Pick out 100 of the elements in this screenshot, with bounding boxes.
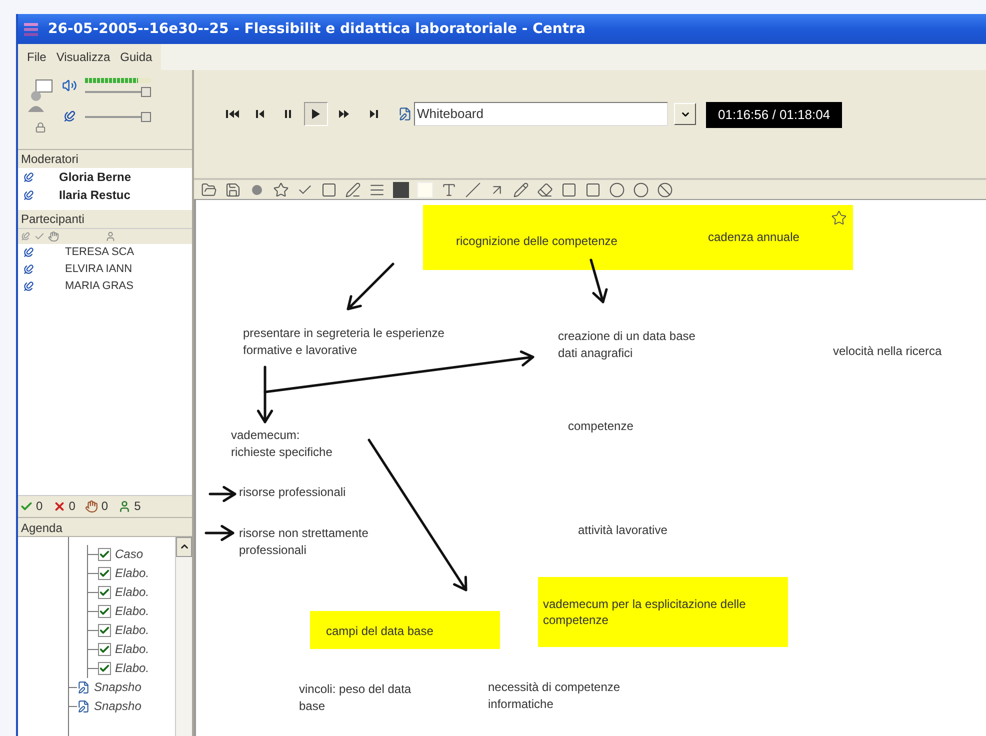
- note-text: creazione di un data base dati anagrafici: [558, 328, 696, 362]
- tool-button[interactable]: [464, 180, 482, 198]
- ellipse-icon: [633, 182, 649, 198]
- hand-icon: [48, 231, 59, 242]
- lock-icon: [34, 122, 46, 133]
- status-count: 0: [101, 498, 108, 515]
- star-icon: [831, 210, 847, 226]
- hand-icon: [85, 500, 98, 512]
- agenda-item[interactable]: Elabo.: [115, 640, 150, 658]
- clear-icon: [657, 182, 673, 198]
- checkbox[interactable]: [98, 586, 111, 598]
- snapshot-icon: [77, 680, 90, 694]
- participant-name[interactable]: TERESA SCA: [65, 244, 134, 261]
- check-icon: [99, 548, 110, 560]
- note-text: risorse non strettamente professionali: [239, 525, 368, 559]
- checkbox[interactable]: [98, 548, 111, 560]
- check-icon: [99, 606, 110, 616]
- check-icon: [99, 662, 110, 674]
- checkbox[interactable]: [98, 642, 111, 656]
- check-icon: [99, 586, 110, 598]
- arrow: [208, 486, 236, 502]
- menu-item[interactable]: File: [22, 48, 52, 66]
- agenda-item[interactable]: Caso: [115, 545, 144, 563]
- scrollbar[interactable]: [175, 536, 192, 736]
- note-text: vincoli: peso del data base: [299, 681, 412, 715]
- slider-thumb[interactable]: [141, 112, 151, 122]
- color-swatch-icon: [393, 182, 409, 198]
- tool-button[interactable]: [584, 180, 602, 198]
- participant-name[interactable]: ELVIRA IANN: [65, 261, 132, 278]
- menu-item[interactable]: Visualizza: [51, 48, 116, 66]
- tool-button[interactable]: [200, 180, 218, 198]
- checkbox[interactable]: [98, 662, 111, 674]
- tool-button[interactable]: [392, 180, 410, 198]
- star-icon: [273, 182, 289, 198]
- skip-start-icon: [225, 107, 239, 121]
- fast-forward-icon: [337, 107, 351, 121]
- speaker-icon: [62, 78, 77, 93]
- agenda-item[interactable]: Elabo.: [115, 583, 150, 601]
- note-text: attività lavorative: [578, 522, 668, 539]
- agenda-item[interactable]: Elabo.: [115, 564, 150, 582]
- tool-button[interactable]: [272, 180, 290, 198]
- agenda-item[interactable]: Snapsho: [94, 678, 142, 696]
- ellipse-icon: [609, 182, 625, 198]
- tool-button[interactable]: [656, 180, 674, 198]
- view-dropdown[interactable]: Whiteboard: [414, 102, 668, 126]
- text-tool-icon: [441, 182, 457, 198]
- check-icon: [99, 624, 110, 636]
- line-icon: [465, 182, 481, 198]
- agenda-item[interactable]: Elabo.: [115, 621, 150, 639]
- note-text: ricognizione delle competenze: [456, 233, 618, 249]
- slider-thumb[interactable]: [141, 87, 151, 97]
- square-icon: [321, 182, 337, 198]
- tool-button[interactable]: [512, 180, 530, 198]
- check-icon: [20, 500, 33, 512]
- note-text: cadenza annuale: [708, 229, 800, 245]
- dropdown-button[interactable]: [674, 103, 696, 125]
- tool-button[interactable]: [224, 180, 242, 198]
- cross-icon: [52, 500, 66, 512]
- pencil-icon: [513, 182, 529, 198]
- app-icon: [22, 20, 40, 38]
- note-text: campi del data base: [326, 623, 434, 639]
- volume-slider[interactable]: [85, 112, 151, 122]
- section-header: Partecipanti: [18, 210, 192, 228]
- save-icon: [225, 182, 241, 198]
- tool-button[interactable]: [320, 180, 338, 198]
- participant-name[interactable]: MARIA GRAS: [65, 278, 134, 295]
- note-text: competenze: [568, 418, 634, 435]
- note-text: necessità di competenze informatiche: [488, 679, 620, 713]
- whiteboard-icon: [398, 107, 412, 121]
- check-icon: [99, 568, 110, 578]
- time-display: 01:16:56 / 01:18:04: [706, 102, 842, 128]
- eraser-icon: [537, 182, 553, 198]
- status-count: 0: [68, 498, 76, 515]
- tool-button[interactable]: [344, 180, 362, 198]
- checkbox[interactable]: [98, 624, 111, 636]
- status-count: 0: [36, 498, 43, 515]
- tool-button[interactable]: [632, 180, 650, 198]
- section-header: Moderatori: [18, 150, 192, 168]
- tool-button[interactable]: [536, 180, 554, 198]
- note-text: presentare in segreteria le esperienze formative e lavorative: [243, 325, 444, 359]
- note-text: vademecum per la esplicitazione delle competenze: [543, 596, 747, 628]
- tool-button[interactable]: [608, 180, 626, 198]
- check-icon: [99, 644, 110, 654]
- checkbox[interactable]: [98, 566, 111, 580]
- agenda-item[interactable]: Elabo.: [115, 659, 150, 677]
- checkbox[interactable]: [98, 604, 111, 618]
- status-count: 5: [134, 498, 141, 515]
- menu-item[interactable]: Guida: [115, 48, 158, 66]
- note-text: vademecum: richieste specifiche: [231, 427, 332, 461]
- tool-button[interactable]: [560, 180, 578, 198]
- agenda-item[interactable]: Snapsho: [94, 697, 142, 715]
- moderator-name[interactable]: Ilaria Restuc: [59, 186, 130, 204]
- moderator-name[interactable]: Gloria Berne: [59, 168, 132, 186]
- level-meter: [85, 78, 151, 83]
- volume-slider[interactable]: [85, 87, 151, 97]
- person-icon: [105, 231, 116, 242]
- color-swatch-icon: [417, 182, 433, 198]
- agenda-item[interactable]: Elabo.: [115, 602, 150, 620]
- person-icon: [118, 500, 132, 512]
- playback-button[interactable]: [304, 102, 328, 126]
